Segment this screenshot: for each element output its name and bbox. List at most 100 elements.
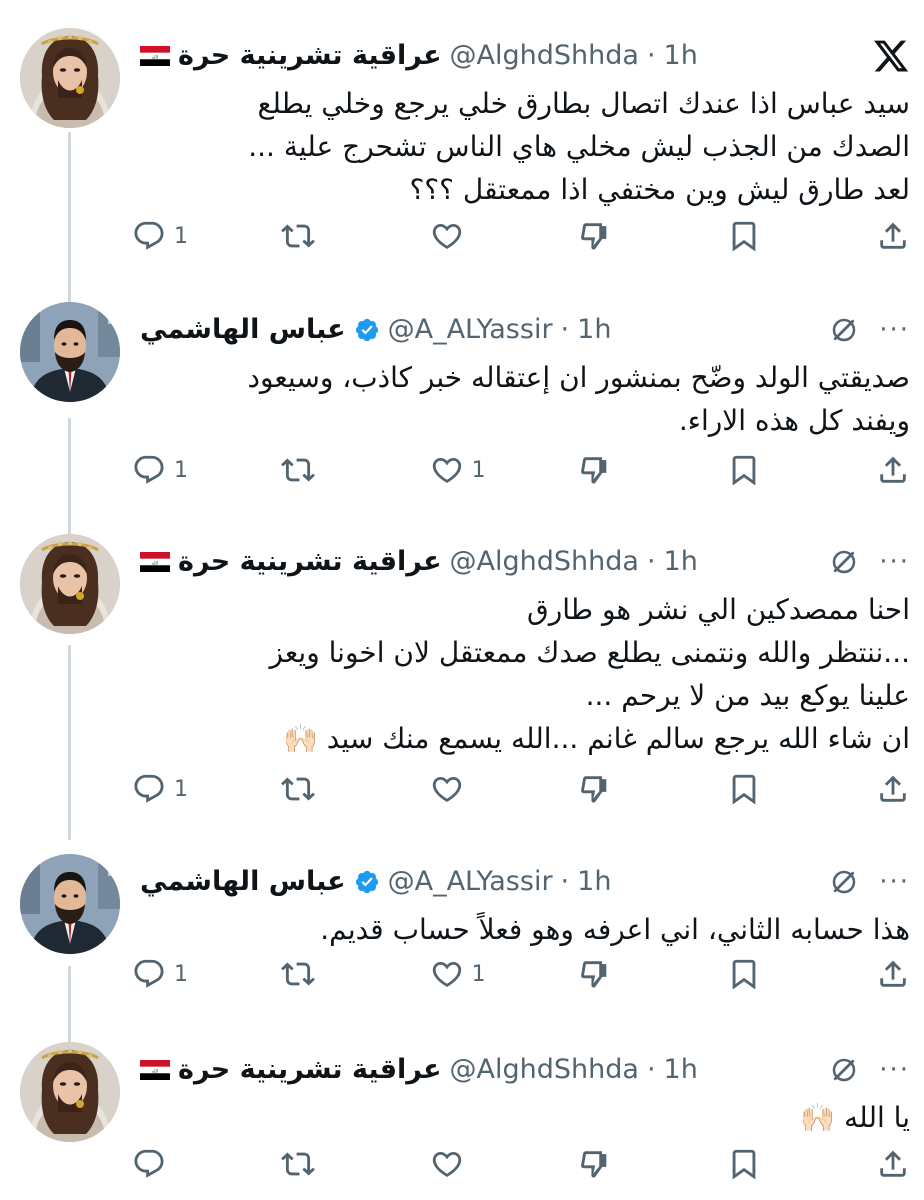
dislike-icon — [578, 957, 612, 991]
like-button[interactable] — [430, 219, 490, 253]
more-icon[interactable]: ··· — [879, 549, 910, 575]
bookmark-button[interactable] — [727, 453, 787, 487]
separator-dot: · — [646, 546, 656, 577]
dislike-button[interactable] — [578, 772, 638, 806]
share-icon — [876, 772, 910, 806]
timestamp[interactable]: 1h — [577, 310, 611, 350]
display-name[interactable]: عباس الهاشمي — [140, 862, 346, 902]
handle[interactable]: @AlghdShhda — [450, 542, 639, 582]
display-name[interactable]: عباس الهاشمي — [140, 310, 346, 350]
retweet-icon — [280, 957, 315, 991]
share-button[interactable] — [876, 957, 910, 991]
handle[interactable]: @AlghdShhda — [450, 1050, 639, 1090]
retweet-button[interactable] — [280, 1147, 341, 1181]
reply-icon — [132, 453, 166, 487]
display-name[interactable]: عراقية تشرينية حرة — [178, 36, 442, 76]
display-name[interactable]: عراقية تشرينية حرة — [178, 1050, 442, 1090]
more-icon[interactable]: ··· — [879, 1057, 910, 1083]
share-button[interactable] — [876, 772, 910, 806]
reply-button[interactable]: 1 — [132, 453, 192, 487]
avatar[interactable] — [20, 1042, 120, 1142]
dislike-button[interactable] — [578, 1147, 638, 1181]
bookmark-icon — [727, 453, 761, 487]
tweet-header: عباس الهاشمي @A_ALYassir · 1h ··· — [140, 310, 910, 350]
avatar[interactable] — [20, 28, 120, 128]
avatar[interactable] — [20, 302, 120, 402]
reply-button[interactable]: 1 — [132, 772, 192, 806]
share-button[interactable] — [876, 453, 910, 487]
svg-text:الله: الله — [152, 561, 159, 566]
like-button[interactable]: 1 — [430, 957, 490, 991]
tweet-2[interactable]: عباس الهاشمي @A_ALYassir · 1h ··· صديقتي… — [0, 302, 924, 502]
dislike-button[interactable] — [578, 957, 638, 991]
like-button[interactable] — [430, 772, 490, 806]
reply-button[interactable]: 1 — [132, 219, 192, 253]
like-icon — [430, 219, 464, 253]
retweet-button[interactable] — [280, 957, 341, 991]
grok-icon[interactable] — [829, 547, 859, 577]
retweet-button[interactable] — [280, 453, 341, 487]
like-icon — [430, 957, 464, 991]
separator-dot: · — [560, 866, 570, 897]
like-button[interactable] — [430, 1147, 490, 1181]
tweet-4[interactable]: عباس الهاشمي @A_ALYassir · 1h ··· هذا حس… — [0, 854, 924, 1024]
tweet-1[interactable]: الله عراقية تشرينية حرة @AlghdShhda · 1h… — [0, 28, 924, 278]
timestamp[interactable]: 1h — [664, 36, 698, 76]
grok-icon[interactable] — [829, 1055, 859, 1085]
handle[interactable]: @AlghdShhda — [450, 36, 639, 76]
share-icon — [876, 219, 910, 253]
handle[interactable]: @A_ALYassir — [388, 310, 553, 350]
avatar[interactable] — [20, 854, 120, 954]
tweet-text: سيد عباس اذا عندك اتصال بطارق خلي يرجع و… — [248, 87, 910, 206]
avatar[interactable] — [20, 534, 120, 634]
timestamp[interactable]: 1h — [664, 542, 698, 582]
reply-count: 1 — [174, 961, 188, 987]
separator-dot: · — [646, 40, 656, 71]
bookmark-button[interactable] — [727, 957, 787, 991]
action-bar: 1 — [132, 216, 910, 256]
retweet-button[interactable] — [280, 219, 341, 253]
reply-button[interactable] — [132, 1147, 192, 1181]
grok-icon[interactable] — [829, 315, 859, 345]
more-icon[interactable]: ··· — [879, 317, 910, 343]
retweet-icon — [280, 1147, 315, 1181]
share-icon — [876, 1147, 910, 1181]
iraq-flag-icon: الله — [140, 552, 170, 572]
retweet-icon — [280, 453, 315, 487]
reply-count: 1 — [174, 776, 188, 802]
iraq-flag-icon: الله — [140, 1060, 170, 1080]
timestamp[interactable]: 1h — [664, 1050, 698, 1090]
more-icon[interactable]: ··· — [879, 869, 910, 895]
display-name[interactable]: عراقية تشرينية حرة — [178, 542, 442, 582]
dislike-icon — [578, 772, 612, 806]
handle[interactable]: @A_ALYassir — [388, 862, 553, 902]
retweet-icon — [280, 219, 315, 253]
share-button[interactable] — [876, 219, 910, 253]
dislike-button[interactable] — [578, 453, 638, 487]
timestamp[interactable]: 1h — [577, 862, 611, 902]
like-icon — [430, 772, 464, 806]
verified-badge-icon — [354, 317, 380, 343]
like-icon — [430, 453, 464, 487]
svg-text:الله: الله — [152, 1069, 159, 1074]
retweet-button[interactable] — [280, 772, 341, 806]
reply-icon — [132, 772, 166, 806]
grok-icon[interactable] — [829, 867, 859, 897]
reply-icon — [132, 219, 166, 253]
like-button[interactable]: 1 — [430, 453, 490, 487]
verified-badge-icon — [354, 869, 380, 895]
separator-dot: · — [560, 314, 570, 345]
tweet-3[interactable]: الله عراقية تشرينية حرة @AlghdShhda · 1h… — [0, 534, 924, 824]
action-bar — [132, 1144, 910, 1184]
x-logo-icon[interactable] — [872, 37, 910, 75]
tweet-text: هذا حسابه الثاني، اني اعرفه وهو فعلاً حس… — [320, 913, 910, 946]
separator-dot: · — [646, 1054, 656, 1085]
bookmark-button[interactable] — [727, 219, 787, 253]
reply-button[interactable]: 1 — [132, 957, 192, 991]
bookmark-button[interactable] — [727, 1147, 787, 1181]
tweet-5[interactable]: الله عراقية تشرينية حرة @AlghdShhda · 1h… — [0, 1042, 924, 1200]
share-button[interactable] — [876, 1147, 910, 1181]
dislike-button[interactable] — [578, 219, 638, 253]
bookmark-button[interactable] — [727, 772, 787, 806]
dislike-icon — [578, 1147, 612, 1181]
